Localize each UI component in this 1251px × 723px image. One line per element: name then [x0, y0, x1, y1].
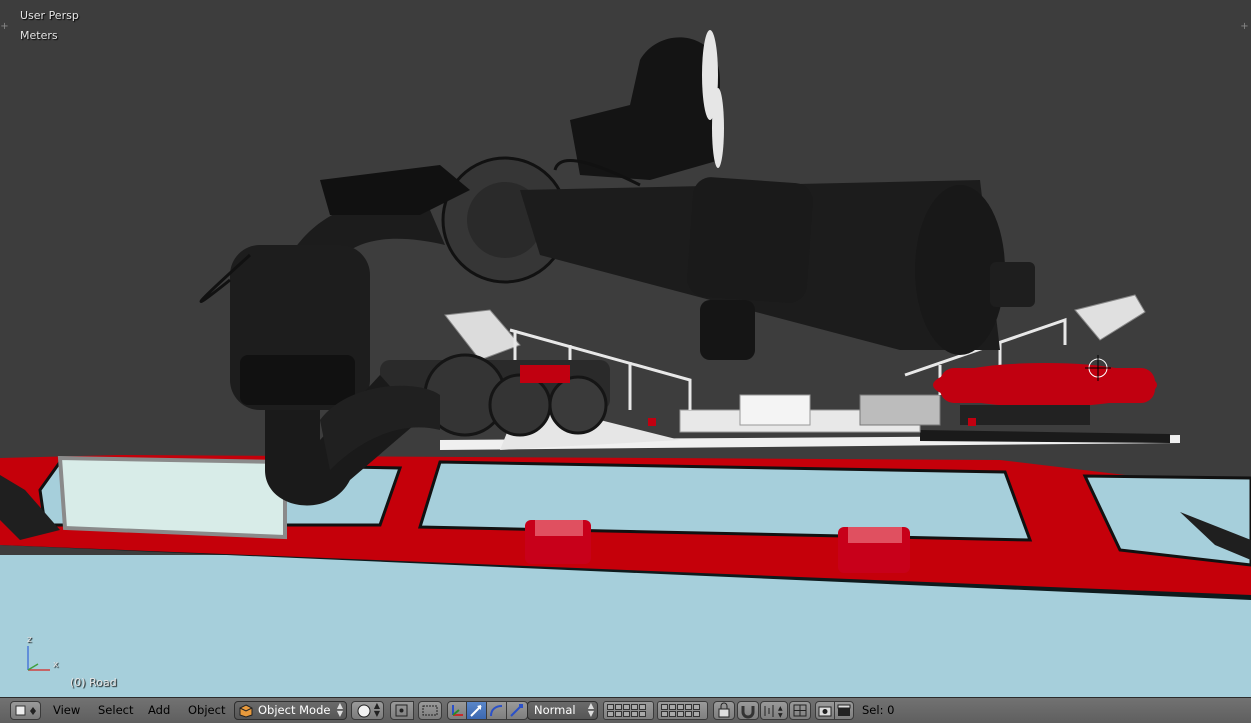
pivot-icon	[395, 704, 408, 717]
dropdown-arrows-icon: ▲ ▼	[373, 701, 380, 718]
pivot-dropdown[interactable]	[390, 701, 414, 720]
mode-label: Object Mode	[258, 703, 331, 717]
viewport-header: View Select Add Object Object Mode ▲ ▼ ▲ ▼	[0, 697, 1251, 723]
svg-text:▲: ▲	[778, 705, 783, 712]
render-animation-button[interactable]	[834, 701, 854, 720]
svg-text:▼: ▼	[778, 712, 783, 719]
sphere-shading-icon	[357, 704, 371, 718]
active-object-label: (0) Road	[70, 676, 117, 689]
3d-view-icon	[15, 705, 36, 716]
3d-viewport[interactable]: User Persp Meters (0) Road + + z x	[0, 0, 1251, 697]
cube-icon	[239, 704, 253, 718]
axis-manipulator-icon	[452, 705, 463, 716]
mode-dropdown[interactable]: Object Mode ▲ ▼	[234, 701, 347, 720]
area-split-left-icon[interactable]: +	[0, 22, 9, 32]
menu-object[interactable]: Object	[188, 703, 225, 717]
manipulate-center-icon	[422, 705, 438, 716]
layers-group-1[interactable]	[603, 701, 654, 720]
translate-button[interactable]	[466, 701, 487, 720]
orientation-dropdown[interactable]: Normal ▲ ▼	[527, 701, 598, 720]
menu-select[interactable]: Select	[98, 703, 133, 717]
axis-x-label: x	[53, 660, 59, 670]
window-center	[417, 460, 1033, 542]
axis-z-label: z	[27, 635, 32, 645]
selection-status: Sel: 0	[862, 703, 895, 717]
translate-icon	[470, 705, 482, 717]
white-panel	[57, 455, 287, 540]
render-opengl-button[interactable]	[815, 701, 835, 720]
scale-button[interactable]	[506, 701, 528, 720]
manipulator-toggle-button[interactable]	[447, 701, 467, 720]
clapper-icon	[837, 704, 851, 716]
proportional-edit-button[interactable]	[789, 701, 811, 720]
viewport-scene[interactable]	[0, 0, 1251, 697]
proportional-icon	[793, 704, 807, 717]
dropdown-arrows-icon: ▲ ▼	[336, 701, 343, 718]
dropdown-arrows-icon: ▲ ▼	[587, 701, 594, 718]
magnet-icon	[741, 706, 755, 719]
pivot-toggle-button[interactable]	[418, 701, 442, 720]
shading-dropdown[interactable]: ▲ ▼	[351, 701, 384, 720]
camera-icon	[818, 706, 832, 717]
layers-group-2[interactable]	[657, 701, 708, 720]
nozzle-top	[570, 37, 720, 181]
menu-add[interactable]: Add	[148, 703, 170, 717]
units-label: Meters	[20, 29, 58, 42]
lock-camera-layers-button[interactable]	[713, 701, 735, 720]
area-split-right-icon[interactable]: +	[1240, 22, 1249, 32]
orientation-label: Normal	[534, 703, 576, 717]
snap-increment-icon: ▲ ▼	[764, 705, 783, 719]
editor-type-selector[interactable]	[10, 701, 41, 720]
rotate-icon	[490, 705, 503, 717]
axis-gizmo	[27, 646, 50, 671]
rotate-button[interactable]	[486, 701, 507, 720]
view-label: User Persp	[20, 9, 79, 22]
scale-icon	[510, 704, 523, 717]
layers-icon	[607, 704, 646, 717]
menu-view[interactable]: View	[53, 703, 80, 717]
snap-element-dropdown[interactable]: ▲ ▼	[760, 701, 788, 720]
snap-toggle-button[interactable]	[737, 701, 759, 720]
layers-icon	[661, 704, 700, 717]
lock-icon	[718, 702, 730, 718]
